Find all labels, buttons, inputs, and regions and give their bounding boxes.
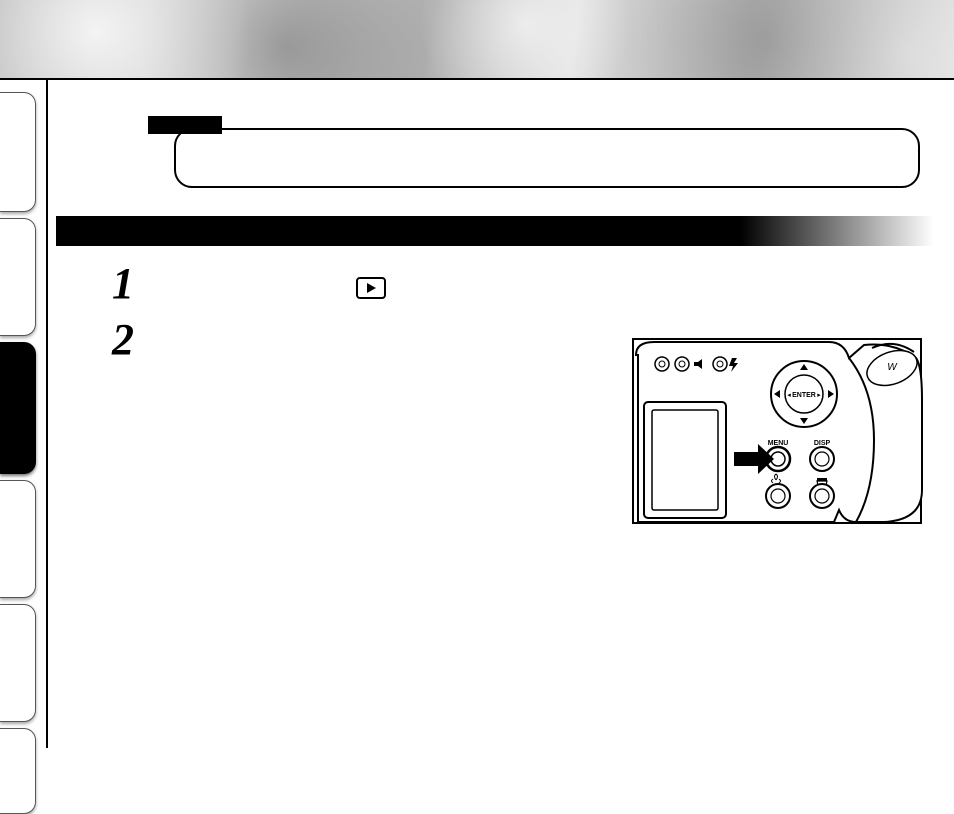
side-tab-3-active [0,342,36,474]
svg-text:◂: ◂ [787,392,791,399]
step-number-2: 2 [112,314,130,365]
decorative-banner [0,0,954,80]
side-tab-2 [0,218,36,336]
info-box [174,128,920,188]
side-tab-1 [0,92,36,212]
svg-text:▸: ▸ [817,392,821,399]
side-tab-5 [0,604,36,722]
side-tab-4 [0,480,36,598]
mode-dial-letter: W [887,362,898,373]
vertical-rule [46,78,48,748]
side-tabs [0,78,36,728]
playback-icon [356,277,386,299]
disp-button-label: DISP [814,440,831,447]
step-number-1: 1 [112,258,130,309]
camera-illustration: W ENTER ◂ ▸ MENU DISP [632,338,922,524]
enter-button-label: ENTER [792,392,816,399]
section-heading-bar [56,216,934,246]
info-box-label [148,116,222,134]
side-tab-6 [0,728,36,814]
